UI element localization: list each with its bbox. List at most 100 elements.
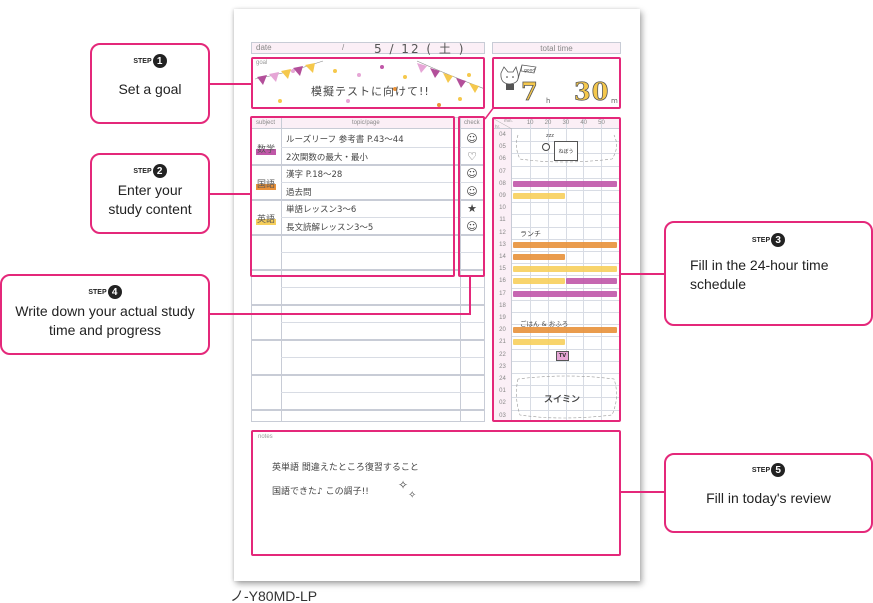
notes-line-2: 国語できた♪ この調子!!: [272, 487, 369, 497]
hour-label: 13: [494, 238, 512, 251]
step-badge: STEP 1: [92, 54, 208, 68]
hour-gridline: [494, 226, 619, 228]
sparkle-icon: ✧: [408, 490, 417, 501]
row-line: [252, 304, 484, 306]
study-time-block: [513, 339, 565, 346]
hour-label: 08: [494, 177, 512, 190]
step-text: Write down your actual study time and pr…: [15, 303, 195, 338]
hours-unit: h: [546, 97, 551, 105]
hour-label: 20: [494, 324, 512, 337]
hour-gridline: [494, 312, 619, 313]
hour-label: 17: [494, 287, 512, 300]
connector-step-4-vertical: [469, 277, 471, 315]
callout-step-3: STEP 3 Fill in the 24-hour time schedule: [664, 221, 873, 326]
tv-icon: TV: [556, 351, 569, 361]
study-time-block: [565, 278, 617, 285]
minute-tick-label: 10: [526, 120, 534, 126]
check-highlight: [458, 116, 485, 277]
swimming-note: スイミン: [544, 395, 581, 405]
minute-tick-label: 30: [562, 120, 570, 126]
corner-min: min.: [504, 118, 513, 123]
study-time-block: [513, 180, 617, 187]
goal-box: goal 模擬テストに向けて!!: [251, 57, 485, 109]
hour-label: 10: [494, 202, 512, 215]
minutes-unit: m: [611, 97, 618, 105]
hour-label: 23: [494, 360, 512, 373]
hour-label: 07: [494, 165, 512, 178]
date-bar: date / 5 / 12 ( 土 ): [251, 42, 485, 56]
hour-label: 21: [494, 336, 512, 349]
hour-label: 01: [494, 385, 512, 398]
hour-label: 11: [494, 214, 512, 227]
model-number: ノ-Y80MD-LP: [230, 588, 318, 603]
hour-label: 19: [494, 312, 512, 325]
hour-label: 04: [494, 129, 512, 142]
dinner-bath-note: ごはん & おふろ: [520, 320, 569, 328]
hour-gridline: [494, 214, 619, 216]
hour-label: 05: [494, 141, 512, 154]
alarm-note: ねぼう: [558, 149, 574, 155]
step-text: Fill in today's review: [706, 490, 831, 506]
callout-step-1: STEP 1 Set a goal: [90, 43, 210, 124]
date-slash: /: [342, 43, 345, 52]
total-time-box: good 7 h 30 m: [492, 57, 621, 109]
study-time-block: [513, 193, 565, 199]
hour-label: 22: [494, 348, 512, 361]
hour-gridline: [494, 263, 619, 265]
row-line: [281, 356, 484, 358]
hour-gridline: [494, 202, 619, 204]
step-badge: STEP 3: [666, 233, 871, 247]
hour-gridline: [494, 287, 619, 289]
hour-label: 06: [494, 153, 512, 166]
study-time-block: [513, 290, 617, 297]
connector-step-4: [210, 313, 470, 315]
hour-label: 14: [494, 251, 512, 264]
row-line: [281, 321, 484, 323]
notes-label: notes: [258, 434, 273, 440]
step-text: Set a goal: [118, 81, 182, 97]
date-label: date: [256, 43, 272, 52]
hour-gridline: [494, 177, 619, 179]
callout-step-4: STEP 4 Write down your actual study time …: [0, 274, 210, 355]
hour-gridline: [494, 348, 619, 350]
study-time-block: [513, 278, 565, 285]
hour-gridline: [494, 336, 619, 338]
row-line: [281, 391, 484, 393]
hour-label: 18: [494, 299, 512, 312]
study-time-block: [513, 327, 617, 334]
connector-step-2: [210, 193, 251, 195]
total-minutes: 30: [574, 77, 610, 107]
study-time-block: [513, 254, 565, 260]
connector-goal-to-time: [484, 106, 495, 120]
step-badge: STEP 2: [92, 164, 208, 178]
content-highlight: [250, 116, 455, 277]
hour-gridline: [494, 238, 619, 240]
total-hours: 7: [521, 77, 538, 107]
hour-label: 03: [494, 409, 512, 420]
step-text: Enter your study content: [108, 182, 192, 217]
row-line: [252, 374, 484, 376]
connector-step-3: [621, 273, 664, 275]
minute-tick-label: 50: [598, 120, 605, 126]
lunch-note: ランチ: [520, 230, 541, 238]
notes-box: notes 英単語 間違えたところ復習すること 国語できた♪ この調子!! ✧ …: [251, 430, 621, 556]
step-badge: STEP 4: [2, 285, 208, 299]
minute-tick-label: 20: [544, 120, 552, 126]
hour-label: 15: [494, 263, 512, 276]
row-line: [281, 286, 484, 288]
hour-label: 12: [494, 226, 512, 239]
study-time-block: [513, 241, 617, 248]
connector-step-5: [621, 491, 664, 493]
flag-text: good: [524, 68, 535, 74]
tv-label: TV: [558, 353, 567, 359]
alarm-clock-icon: [542, 143, 550, 151]
hour-label: 02: [494, 397, 512, 410]
total-time-label: total time: [492, 42, 621, 54]
hour-gridline: [494, 165, 619, 167]
hour-label: 09: [494, 190, 512, 203]
notes-line-1: 英単語 間違えたところ復習すること: [272, 463, 419, 473]
connector-step-1: [210, 83, 251, 85]
hour-label: 24: [494, 373, 512, 386]
row-line: [252, 339, 484, 341]
hour-gridline: [494, 299, 619, 301]
